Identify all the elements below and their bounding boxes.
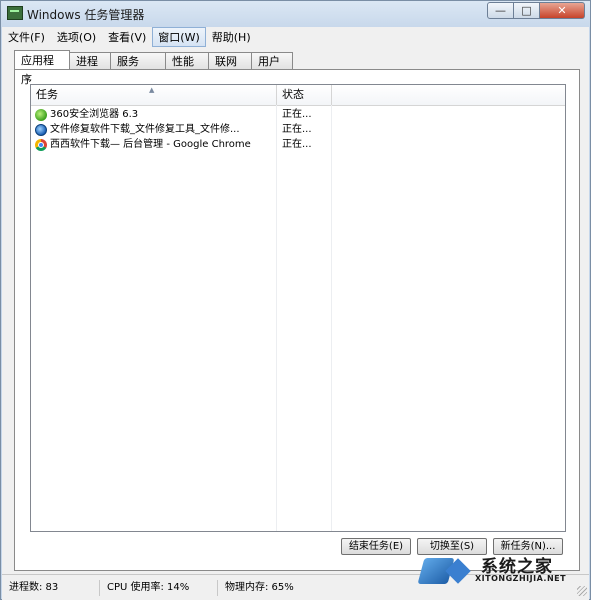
task-cell: 西西软件下载— 后台管理 - Google Chrome: [35, 137, 273, 152]
column-divider: [331, 105, 332, 531]
tab-strip: 应用程序 进程 服务 性能 联网 用户: [14, 50, 293, 86]
menu-options[interactable]: 选项(O): [51, 27, 102, 47]
menu-file[interactable]: 文件(F): [2, 27, 51, 47]
maximize-button[interactable]: □: [514, 2, 540, 19]
watermark-url: XITONGZHIJIA.NET: [475, 574, 567, 583]
360-browser-icon: [35, 108, 47, 121]
process-count: 进程数: 83: [2, 579, 100, 596]
task-name: 西西软件下载— 后台管理 - Google Chrome: [50, 139, 251, 150]
window-controls: — □ ✕: [487, 2, 585, 19]
menu-help[interactable]: 帮助(H): [206, 27, 257, 47]
menu-bar: 文件(F) 选项(O) 查看(V) 窗口(W) 帮助(H): [2, 27, 589, 47]
end-task-button[interactable]: 结束任务(E): [341, 538, 411, 555]
application-list[interactable]: ▲ 任务 状态 360安全浏览器 6.3 正在... 文件修复软件下载_文件修复…: [30, 84, 566, 532]
tab-services[interactable]: 服务: [110, 52, 166, 69]
tab-users[interactable]: 用户: [251, 52, 293, 69]
tab-performance[interactable]: 性能: [165, 52, 209, 69]
column-task-label: 任务: [36, 88, 58, 101]
tab-applications[interactable]: 应用程序: [14, 50, 70, 86]
status-cell: 正在...: [282, 139, 312, 150]
title-bar[interactable]: Windows 任务管理器 — □ ✕: [1, 1, 590, 27]
task-cell: 360安全浏览器 6.3: [35, 107, 273, 122]
minimize-button[interactable]: —: [487, 2, 514, 19]
list-item[interactable]: 360安全浏览器 6.3 正在...: [31, 107, 565, 122]
client-area: 应用程序 进程 服务 性能 联网 用户 ▲ 任务 状态 360安全浏览器 6.3…: [2, 47, 589, 574]
sort-ascending-icon: ▲: [149, 86, 155, 94]
resize-grip[interactable]: [577, 586, 587, 596]
tab-processes[interactable]: 进程: [69, 52, 111, 69]
watermark: 系统之家 XITONGZHIJIA.NET: [415, 550, 587, 590]
watermark-logo-icon: [415, 552, 479, 586]
memory-usage: 物理内存: 65%: [225, 581, 294, 593]
window-title: Windows 任务管理器: [27, 8, 145, 22]
task-manager-app-icon: [7, 6, 23, 20]
applications-panel: ▲ 任务 状态 360安全浏览器 6.3 正在... 文件修复软件下载_文件修复…: [14, 69, 580, 571]
column-header-filler: [332, 85, 565, 105]
tab-networking[interactable]: 联网: [208, 52, 252, 69]
close-button[interactable]: ✕: [540, 2, 585, 19]
list-item[interactable]: 文件修复软件下载_文件修复工具_文件修... 正在...: [31, 122, 565, 137]
task-name: 文件修复软件下载_文件修复工具_文件修...: [50, 124, 240, 135]
task-manager-window: Windows 任务管理器 — □ ✕ 文件(F) 选项(O) 查看(V) 窗口…: [0, 0, 591, 600]
status-cell: 正在...: [282, 109, 312, 120]
column-header-status[interactable]: 状态: [277, 85, 332, 105]
column-header-task[interactable]: ▲ 任务: [31, 85, 277, 105]
column-divider: [276, 105, 277, 531]
menu-window[interactable]: 窗口(W): [152, 27, 206, 47]
list-item[interactable]: 西西软件下载— 后台管理 - Google Chrome 正在...: [31, 137, 565, 152]
task-name: 360安全浏览器 6.3: [50, 109, 139, 120]
menu-view[interactable]: 查看(V): [102, 27, 152, 47]
cpu-usage: CPU 使用率: 14%: [100, 579, 218, 596]
list-header: ▲ 任务 状态: [31, 85, 565, 106]
status-cell: 正在...: [282, 124, 312, 135]
chrome-icon: [35, 138, 47, 151]
task-cell: 文件修复软件下载_文件修复工具_文件修...: [35, 122, 273, 137]
ie-browser-icon: [35, 123, 47, 136]
